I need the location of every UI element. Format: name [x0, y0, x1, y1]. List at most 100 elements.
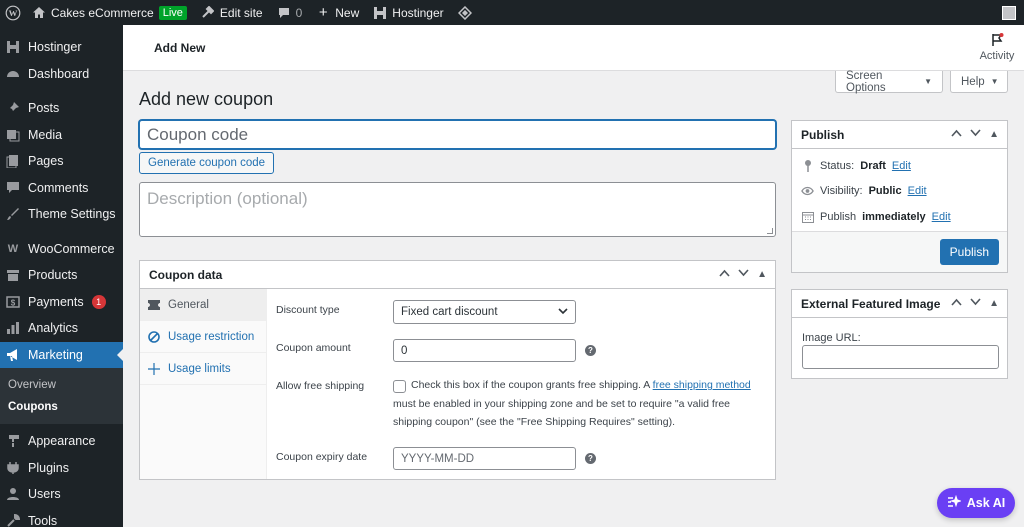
crosshair-icon [148, 362, 160, 375]
free-shipping-text: Check this box if the coupon grants free… [411, 379, 653, 391]
collapse-triangle-icon[interactable]: ▲ [989, 298, 999, 309]
tab-general[interactable]: General [140, 289, 266, 321]
visibility-value: Public [868, 185, 902, 197]
collapse-triangle-icon[interactable]: ▲ [989, 129, 999, 140]
free-shipping-description: Check this box if the coupon grants free… [393, 376, 763, 432]
coupon-amount-input[interactable]: 0 [393, 339, 576, 362]
publish-actions: Publish [792, 231, 1007, 272]
sidebar-item-plugins[interactable]: Plugins [0, 455, 123, 482]
comments-link[interactable]: 0 [270, 0, 310, 25]
comments-count: 0 [295, 5, 303, 20]
free-shipping-method-link[interactable]: free shipping method [653, 379, 751, 391]
page-header-bar: Add New Activity [123, 25, 1024, 71]
coupon-code-placeholder: Coupon code [147, 124, 249, 144]
screen-options-button[interactable]: Screen Options ▼ [835, 70, 943, 94]
chevron-down-icon[interactable] [738, 269, 749, 280]
activity-button[interactable]: Activity [978, 33, 1016, 62]
description-placeholder: Description (optional) [147, 189, 308, 208]
sidebar-item-hostinger[interactable]: Hostinger [0, 34, 123, 61]
help-tip-icon[interactable]: ? [585, 345, 596, 356]
account-menu[interactable] [995, 0, 1024, 25]
sidebar-item-theme-settings[interactable]: Theme Settings [0, 201, 123, 228]
publish-time-value: immediately [862, 211, 926, 223]
expiry-date-placeholder: YYYY-MM-DD [401, 452, 475, 465]
chevron-up-icon[interactable] [951, 129, 962, 140]
status-value: Draft [860, 159, 886, 172]
external-image-header: External Featured Image ▲ [792, 290, 1007, 318]
sidebar-item-label: Appearance [28, 434, 96, 449]
archive-icon [6, 268, 20, 282]
discount-type-label: Discount type [276, 304, 340, 316]
chevron-up-icon[interactable] [951, 298, 962, 309]
tab-usage-limits[interactable]: Usage limits [140, 353, 266, 385]
hostinger-logo-icon [373, 6, 387, 20]
dollar-icon: $ [6, 295, 20, 309]
description-textarea[interactable]: Description (optional) [139, 182, 776, 237]
chevron-up-icon[interactable] [719, 269, 730, 280]
publish-button[interactable]: Publish [939, 239, 999, 265]
wordpress-logo-icon[interactable]: W [0, 0, 25, 25]
help-tip-icon[interactable]: ? [585, 453, 596, 464]
sidebar-item-label: Tools [28, 513, 58, 527]
sidebar-item-users[interactable]: Users [0, 481, 123, 508]
sidebar-item-appearance[interactable]: Appearance [0, 428, 123, 455]
edit-site-link[interactable]: Edit site [194, 0, 270, 25]
submenu-overview[interactable]: Overview [0, 374, 123, 396]
bar-chart-icon [6, 321, 20, 335]
sidebar-item-pages[interactable]: Pages [0, 148, 123, 175]
sidebar-item-label: Pages [28, 154, 64, 169]
sidebar-item-woocommerce[interactable]: W WooCommerce [0, 236, 123, 263]
user-icon [6, 487, 20, 501]
media-icon [6, 128, 20, 142]
resize-handle-icon[interactable] [767, 228, 773, 234]
admin-sidebar: Hostinger Dashboard Posts Media Pages Co… [0, 25, 123, 527]
sidebar-item-label: Dashboard [28, 66, 90, 81]
pages-icon [6, 154, 20, 169]
sidebar-item-posts[interactable]: Posts [0, 95, 123, 122]
generate-coupon-button[interactable]: Generate coupon code [139, 152, 275, 174]
wrench-icon [6, 513, 20, 527]
home-icon [32, 6, 46, 20]
hostinger-label: Hostinger [392, 5, 444, 20]
discount-type-select[interactable]: Fixed cart discount [393, 300, 576, 324]
publish-time-label: Publish [820, 211, 857, 223]
sidebar-item-marketing[interactable]: Marketing [0, 341, 123, 368]
site-name-link[interactable]: Cakes eCommerce Live [25, 0, 194, 25]
sidebar-item-payments[interactable]: $ Payments 1 [0, 289, 123, 316]
ask-ai-button[interactable]: Ask AI [937, 488, 1015, 518]
new-content-link[interactable]: + New [309, 0, 366, 25]
free-shipping-text: must be enabled in your shipping zone an… [393, 397, 731, 429]
sidebar-item-label: Plugins [28, 460, 69, 475]
site-name: Cakes eCommerce [51, 5, 154, 20]
sidebar-item-label: Media [28, 127, 63, 142]
tab-label: General [168, 298, 209, 311]
sidebar-item-comments[interactable]: Comments [0, 175, 123, 202]
status-row: Status: Draft Edit [801, 159, 911, 172]
chevron-down-icon[interactable] [970, 298, 981, 309]
image-url-label: Image URL: [802, 332, 861, 344]
sidebar-item-dashboard[interactable]: Dashboard [0, 61, 123, 88]
visibility-label: Visibility: [820, 185, 863, 197]
caret-down-icon: ▼ [990, 77, 999, 86]
hostinger-link[interactable]: Hostinger [366, 0, 450, 25]
header-title: Add New [154, 41, 206, 55]
edit-visibility-link[interactable]: Edit [908, 185, 927, 197]
submenu-coupons[interactable]: Coupons [0, 396, 123, 418]
diamond-menu[interactable] [451, 0, 479, 25]
sidebar-item-analytics[interactable]: Analytics [0, 315, 123, 342]
collapse-triangle-icon[interactable]: ▲ [757, 269, 767, 280]
help-button[interactable]: Help ▼ [950, 71, 1008, 93]
sidebar-item-media[interactable]: Media [0, 122, 123, 149]
coupon-code-input[interactable]: Coupon code [139, 120, 776, 149]
image-url-input[interactable] [802, 345, 999, 369]
comment-bubble-icon [277, 6, 291, 20]
edit-schedule-link[interactable]: Edit [932, 211, 951, 223]
sidebar-item-tools[interactable]: Tools [0, 508, 123, 527]
chevron-down-icon[interactable] [970, 129, 981, 140]
edit-status-link[interactable]: Edit [892, 160, 911, 172]
admin-bar: W Cakes eCommerce Live Edit site 0 + New… [0, 0, 1024, 25]
marketing-submenu: Overview Coupons [0, 368, 123, 424]
expiry-date-input[interactable]: YYYY-MM-DD [393, 447, 576, 470]
sidebar-item-products[interactable]: Products [0, 262, 123, 289]
tab-usage-restriction[interactable]: Usage restriction [140, 321, 266, 353]
